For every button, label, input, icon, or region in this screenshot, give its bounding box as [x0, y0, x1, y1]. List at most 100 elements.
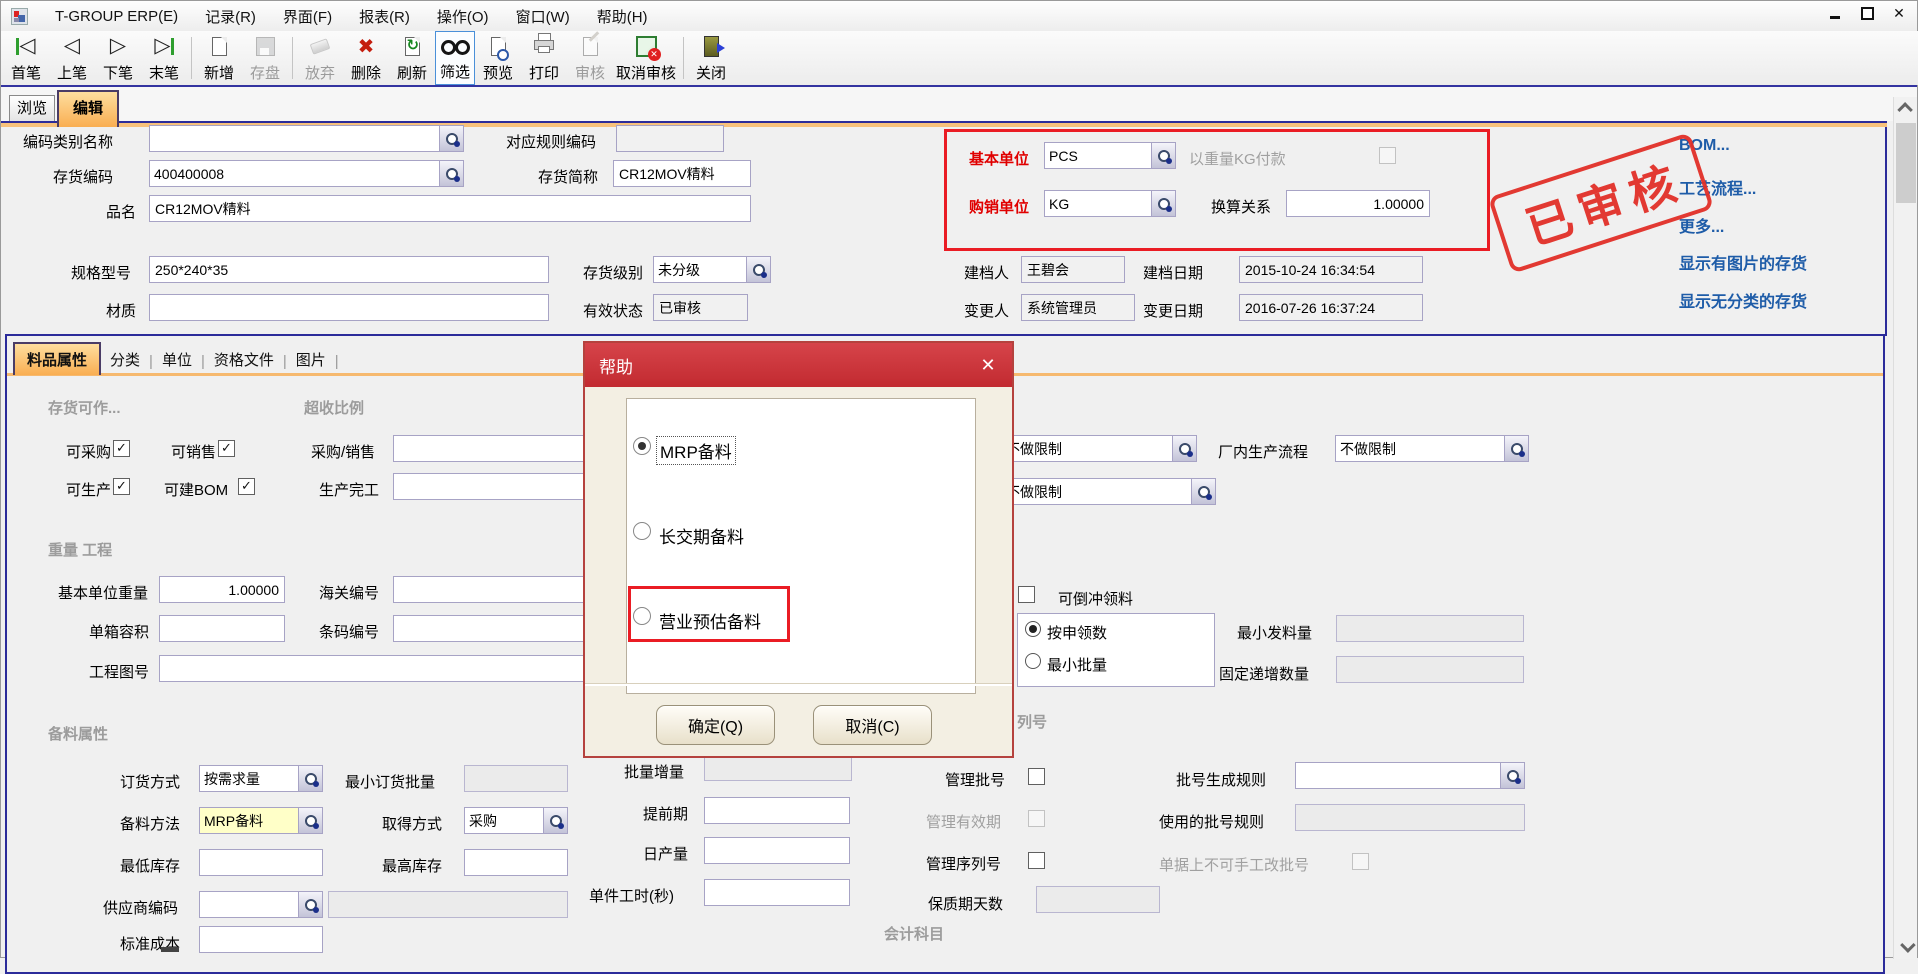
backflush-checkbox[interactable] [1018, 586, 1035, 603]
dialog-close-icon[interactable]: ✕ [976, 353, 1000, 377]
bom-allowed-checkbox[interactable]: ✓ [238, 478, 255, 495]
toolbar-next-button[interactable]: ▷ 下笔 [95, 31, 141, 85]
supplier-code-field[interactable] [199, 891, 323, 918]
restriction-field-2[interactable]: 不做限制 [1001, 478, 1216, 505]
help-dialog: 帮助 ✕ MRP备料 长交期备料 营业预估备料 确定(Q) 取消(C) [583, 341, 1014, 758]
manage-serial-checkbox[interactable] [1028, 852, 1045, 869]
option-mrp-radio[interactable] [633, 437, 651, 455]
tab-edit[interactable]: 编辑 [57, 90, 119, 127]
toolbar-refresh-button[interactable]: ↻ 刷新 [389, 31, 435, 85]
tab-category[interactable]: 分类 [101, 344, 149, 375]
manage-batch-checkbox[interactable] [1028, 768, 1045, 785]
link-show-with-picture[interactable]: 显示有图片的存货 [1679, 250, 1807, 274]
level-field[interactable]: 未分级 [653, 256, 771, 283]
lookup-button[interactable] [298, 766, 322, 791]
lookup-button[interactable] [746, 257, 770, 282]
tab-picture[interactable]: 图片 [287, 344, 335, 375]
no-manual-batch-checkbox[interactable] [1352, 853, 1369, 870]
producible-checkbox[interactable]: ✓ [113, 478, 130, 495]
lookup-button[interactable] [439, 126, 463, 151]
rule-code-field[interactable] [616, 125, 724, 152]
lookup-button[interactable] [298, 892, 322, 917]
close-button[interactable]: ✕ [1891, 5, 1907, 21]
option-long-lead-radio[interactable] [633, 522, 651, 540]
batch-rule-field[interactable] [1295, 762, 1525, 789]
dialog-cancel-button[interactable]: 取消(C) [813, 705, 932, 745]
menu-report[interactable]: 报表(R) [359, 6, 410, 27]
app-window: T-GROUP ERP(E) 记录(R) 界面(F) 报表(R) 操作(O) 窗… [0, 0, 1918, 958]
vertical-scrollbar[interactable] [1893, 97, 1917, 959]
toolbar-first-button[interactable]: ◁ 首笔 [3, 31, 49, 85]
lookup-button[interactable] [1191, 479, 1215, 504]
option-mrp-label[interactable]: MRP备料 [657, 437, 735, 464]
lookup-button[interactable] [543, 808, 567, 833]
menu-app[interactable]: T-GROUP ERP(E) [55, 8, 178, 25]
toolbar-save-button[interactable]: 存盘 [242, 31, 288, 85]
toolbar-unaudit-button[interactable]: 取消审核 [613, 31, 679, 85]
lookup-button[interactable] [1500, 763, 1524, 788]
manage-expiry-checkbox[interactable] [1028, 810, 1045, 827]
tab-item-attributes[interactable]: 料品属性 [13, 342, 101, 375]
min-stock-field[interactable] [199, 849, 323, 876]
inv-abbr-field[interactable]: CR12MOV精料 [613, 160, 751, 187]
lookup-button[interactable] [298, 808, 322, 833]
tab-qualification[interactable]: 资格文件 [205, 344, 283, 375]
toolbar-print-button[interactable]: 打印 [521, 31, 567, 85]
name-field[interactable]: CR12MOV精料 [149, 195, 751, 222]
option-long-lead-label[interactable]: 长交期备料 [659, 523, 744, 548]
lookup-button[interactable] [1172, 436, 1196, 461]
sellable-checkbox[interactable]: ✓ [218, 440, 235, 457]
std-cost-field[interactable] [199, 926, 323, 953]
eraser-icon [311, 33, 329, 59]
toolbar-prev-button[interactable]: ◁ 上笔 [49, 31, 95, 85]
minimize-button[interactable] [1827, 5, 1843, 21]
base-weight-field[interactable]: 1.00000 [159, 576, 285, 603]
purchasable-checkbox[interactable]: ✓ [113, 440, 130, 457]
toolbar-preview-button[interactable]: 预览 [475, 31, 521, 85]
material-field[interactable] [149, 294, 549, 321]
toolbar-new-button[interactable]: 新增 [196, 31, 242, 85]
box-volume-field[interactable] [159, 615, 285, 642]
order-mode-field[interactable]: 按需求量 [199, 765, 323, 792]
toolbar-discard-button[interactable]: 放弃 [297, 31, 343, 85]
max-stock-field[interactable] [464, 849, 568, 876]
scroll-up-button[interactable] [1894, 97, 1918, 119]
spec-field[interactable]: 250*240*35 [149, 256, 549, 283]
lead-time-field[interactable] [704, 797, 850, 824]
magnifier-icon [446, 133, 458, 145]
inv-code-field[interactable]: 400400008 [149, 160, 464, 187]
toolbar-delete-button[interactable]: ✖ 删除 [343, 31, 389, 85]
menu-window[interactable]: 窗口(W) [516, 6, 570, 27]
menu-record[interactable]: 记录(R) [205, 6, 256, 27]
dialog-title-bar[interactable]: 帮助 ✕ [585, 343, 1012, 387]
link-show-uncategorized[interactable]: 显示无分类的存货 [1679, 288, 1807, 312]
scrollbar-thumb[interactable] [1896, 123, 1916, 203]
magnifier-icon [550, 815, 562, 827]
backup-method-field[interactable]: MRP备料 [199, 807, 323, 834]
lookup-button[interactable] [1504, 436, 1528, 461]
lookup-button[interactable] [439, 161, 463, 186]
unit-hours-field[interactable] [704, 879, 850, 906]
modifier-field: 系统管理员 [1021, 294, 1135, 321]
code-category-field[interactable] [149, 125, 464, 152]
tab-browse[interactable]: 浏览 [9, 95, 55, 121]
min-batch-radio[interactable] [1025, 653, 1041, 669]
menu-operation[interactable]: 操作(O) [437, 6, 489, 27]
restore-button[interactable] [1859, 5, 1875, 21]
min-issue-field [1336, 615, 1524, 642]
daily-output-field[interactable] [704, 837, 850, 864]
restriction-field-1[interactable]: 不做限制 [1001, 435, 1197, 462]
dialog-ok-button[interactable]: 确定(Q) [656, 705, 775, 745]
scroll-down-button[interactable] [1894, 935, 1918, 957]
toolbar-close-button[interactable]: 关闭 [688, 31, 734, 85]
menu-interface[interactable]: 界面(F) [283, 6, 332, 27]
by-apply-radio[interactable] [1025, 621, 1041, 637]
acquire-mode-field[interactable]: 采购 [464, 807, 568, 834]
factory-flow-field[interactable]: 不做限制 [1335, 435, 1529, 462]
toolbar-audit-button[interactable]: 审核 [567, 31, 613, 85]
toolbar-last-button[interactable]: ▷ 末笔 [141, 31, 187, 85]
tab-unit[interactable]: 单位 [153, 344, 201, 375]
unit-hours-label: 单件工时(秒) [589, 885, 674, 906]
toolbar-filter-button[interactable]: 筛选 [435, 31, 475, 85]
menu-help[interactable]: 帮助(H) [597, 6, 648, 27]
